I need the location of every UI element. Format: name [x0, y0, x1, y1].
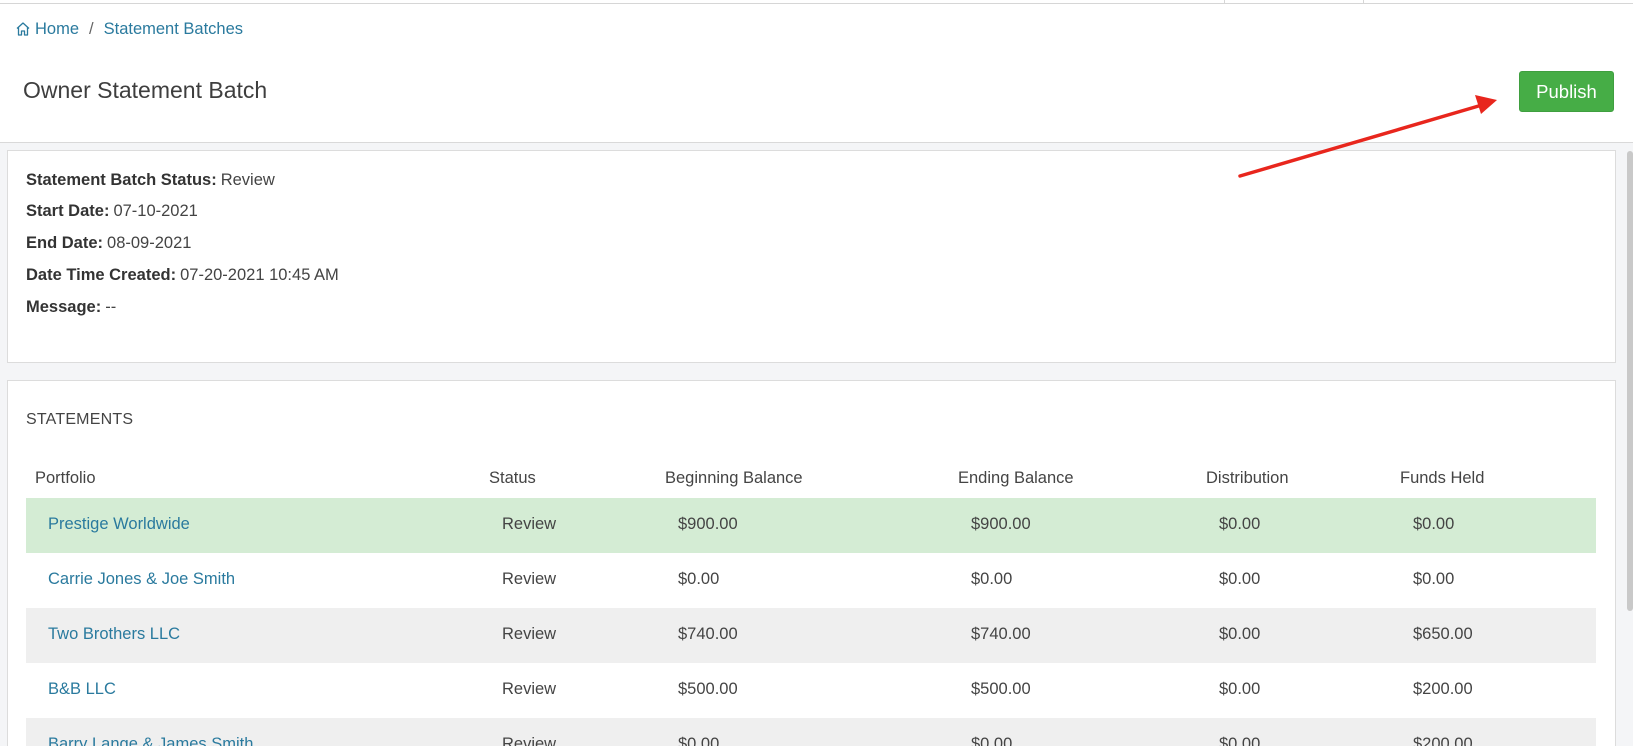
column-header-status[interactable]: Status — [489, 469, 536, 488]
portfolio-link[interactable]: B&B LLC — [48, 680, 116, 699]
row-beginning-balance: $900.00 — [678, 515, 738, 533]
row-status: Review — [502, 625, 557, 643]
statements-table: Portfolio Status Beginning Balance Endin… — [26, 461, 1596, 746]
column-header-distribution[interactable]: Distribution — [1206, 469, 1289, 488]
breadcrumb-home-link[interactable]: Home — [35, 20, 79, 39]
status-row: Statement Batch Status: Review — [26, 171, 275, 190]
row-beginning-balance: $500.00 — [678, 680, 738, 698]
row-status: Review — [502, 570, 557, 588]
row-distribution: $0.00 — [1219, 570, 1261, 588]
start-date-row: Start Date: 07-10-2021 — [26, 202, 198, 221]
column-header-beginning-balance[interactable]: Beginning Balance — [665, 469, 803, 488]
browser-tab-edge — [1224, 0, 1364, 4]
portfolio-link[interactable]: Barry Lange & James Smith — [48, 735, 253, 746]
publish-button[interactable]: Publish — [1519, 71, 1614, 112]
message-value: -- — [105, 298, 117, 316]
table-header: Portfolio Status Beginning Balance Endin… — [26, 461, 1596, 498]
row-funds-held: $200.00 — [1413, 680, 1473, 698]
message-label: Message: — [26, 298, 102, 316]
end-date-label: End Date: — [26, 234, 104, 252]
table-row[interactable]: Carrie Jones & Joe Smith Review $0.00 $0… — [26, 553, 1596, 608]
column-header-ending-balance[interactable]: Ending Balance — [958, 469, 1074, 488]
breadcrumb-separator: / — [89, 19, 94, 38]
row-status: Review — [502, 735, 557, 746]
row-funds-held: $0.00 — [1413, 570, 1455, 588]
row-ending-balance: $740.00 — [971, 625, 1031, 643]
breadcrumb-statement-batches-link[interactable]: Statement Batches — [104, 20, 243, 39]
status-label: Statement Batch Status: — [26, 171, 217, 189]
row-distribution: $0.00 — [1219, 625, 1261, 643]
end-date-value: 08-09-2021 — [107, 234, 192, 252]
row-ending-balance: $500.00 — [971, 680, 1031, 698]
status-value: Review — [220, 171, 275, 189]
row-beginning-balance: $0.00 — [678, 735, 720, 746]
row-distribution: $0.00 — [1219, 680, 1261, 698]
batch-info-card: Statement Batch Status: Review Start Date… — [7, 150, 1616, 363]
row-status: Review — [502, 515, 557, 533]
top-border — [0, 0, 1633, 4]
table-row[interactable]: Prestige Worldwide Review $900.00 $900.0… — [26, 498, 1596, 553]
start-date-label: Start Date: — [26, 202, 110, 220]
row-funds-held: $200.00 — [1413, 735, 1473, 746]
start-date-value: 07-10-2021 — [113, 202, 198, 220]
table-row[interactable]: Barry Lange & James Smith Review $0.00 $… — [26, 718, 1596, 746]
portfolio-link[interactable]: Prestige Worldwide — [48, 515, 190, 534]
portfolio-link[interactable]: Two Brothers LLC — [48, 625, 180, 644]
created-value: 07-20-2021 10:45 AM — [180, 266, 339, 284]
end-date-row: End Date: 08-09-2021 — [26, 234, 191, 253]
page-title: Owner Statement Batch — [23, 77, 268, 103]
column-header-funds-held[interactable]: Funds Held — [1400, 469, 1484, 488]
table-row[interactable]: Two Brothers LLC Review $740.00 $740.00 … — [26, 608, 1596, 663]
row-ending-balance: $900.00 — [971, 515, 1031, 533]
scrollbar-thumb[interactable] — [1627, 151, 1633, 611]
column-header-portfolio[interactable]: Portfolio — [35, 469, 96, 488]
row-beginning-balance: $740.00 — [678, 625, 738, 643]
statements-card: STATEMENTS Portfolio Status Beginning Ba… — [7, 380, 1616, 746]
home-icon[interactable] — [15, 21, 31, 37]
row-distribution: $0.00 — [1219, 515, 1261, 533]
message-row: Message: -- — [26, 298, 116, 317]
statements-title: STATEMENTS — [26, 411, 134, 428]
created-label: Date Time Created: — [26, 266, 177, 284]
row-status: Review — [502, 680, 557, 698]
row-beginning-balance: $0.00 — [678, 570, 720, 588]
row-funds-held: $0.00 — [1413, 515, 1455, 533]
row-ending-balance: $0.00 — [971, 735, 1013, 746]
row-ending-balance: $0.00 — [971, 570, 1013, 588]
row-funds-held: $650.00 — [1413, 625, 1473, 643]
portfolio-link[interactable]: Carrie Jones & Joe Smith — [48, 570, 235, 589]
created-row: Date Time Created: 07-20-2021 10:45 AM — [26, 266, 339, 285]
breadcrumb: Home / Statement Batches — [15, 18, 243, 40]
table-row[interactable]: B&B LLC Review $500.00 $500.00 $0.00 $20… — [26, 663, 1596, 718]
row-distribution: $0.00 — [1219, 735, 1261, 746]
